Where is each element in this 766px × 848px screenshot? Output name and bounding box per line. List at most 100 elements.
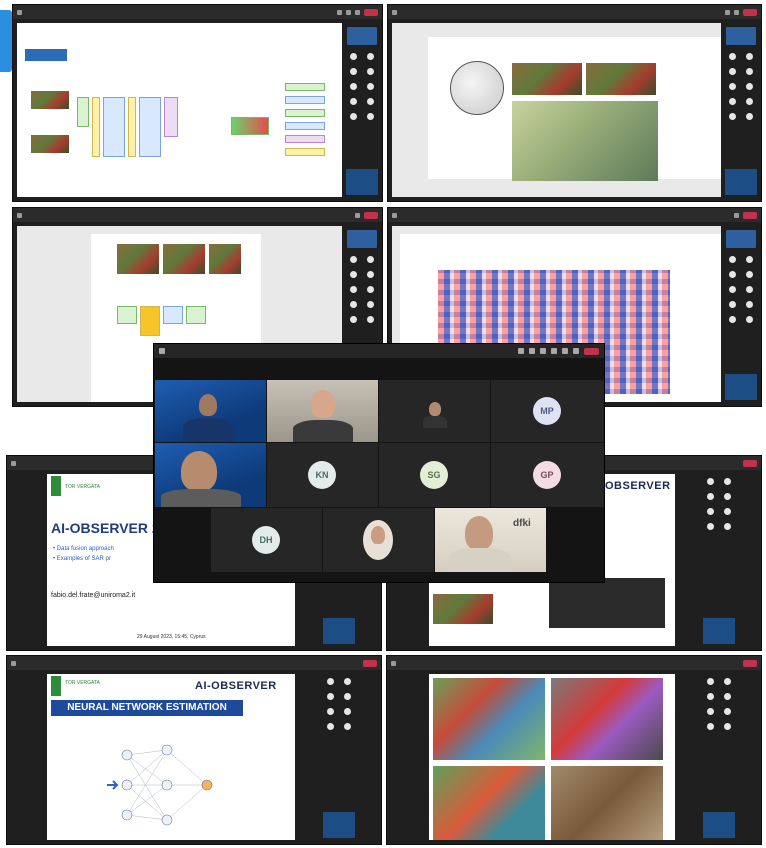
dfki-logo: dfki — [513, 518, 531, 529]
camera-icon[interactable] — [355, 212, 361, 218]
self-view — [725, 374, 757, 400]
self-view — [703, 812, 735, 838]
avatar-tile-gp[interactable]: GP — [491, 443, 604, 507]
menu-icon[interactable] — [11, 460, 16, 466]
teams-window-7: TOR VERGATA AI-OBSERVER NEURAL NETWORK E… — [6, 655, 382, 845]
slide-label-box — [25, 49, 67, 61]
university-logo — [51, 476, 61, 496]
side-tab[interactable] — [0, 10, 12, 72]
participant-body — [161, 489, 241, 507]
window-titlebar — [388, 5, 761, 19]
leave-button[interactable] — [584, 347, 599, 355]
leave-button[interactable] — [743, 659, 757, 667]
chat-icon[interactable] — [518, 348, 525, 354]
window-titlebar — [388, 208, 761, 222]
video-tile-3[interactable] — [379, 380, 490, 442]
window-titlebar — [7, 656, 381, 670]
video-tile-4[interactable] — [155, 443, 266, 507]
menu-icon[interactable] — [392, 9, 397, 15]
share-icon[interactable] — [355, 9, 361, 15]
slide-photo-1 — [31, 91, 69, 109]
satellite-image-3 — [433, 766, 545, 840]
participant-body — [449, 548, 511, 572]
slide-photo-2 — [31, 135, 69, 153]
participant-head — [199, 394, 217, 416]
satellite-image-4 — [551, 766, 663, 840]
university-logo — [51, 676, 61, 696]
satellite-slide — [429, 674, 675, 840]
globe-map — [450, 61, 504, 115]
collage-page: TOR VERGATA AI-OBSERVER 202 • Data fusio… — [0, 0, 766, 848]
camera-icon[interactable] — [337, 9, 343, 15]
observer-photo-2 — [549, 578, 665, 628]
university-name: TOR VERGATA — [65, 680, 101, 686]
video-tile-5[interactable] — [323, 508, 434, 572]
leave-button[interactable] — [743, 8, 757, 16]
participant-rail — [723, 226, 759, 402]
shared-slide — [17, 23, 342, 197]
participant-head — [311, 390, 335, 418]
diagram-output — [231, 117, 269, 135]
mic-icon[interactable] — [562, 348, 569, 354]
leave-button[interactable] — [363, 659, 377, 667]
avatar-tile-sg[interactable]: SG — [379, 443, 490, 507]
leave-button[interactable] — [743, 211, 757, 219]
diagram-row-1 — [77, 97, 178, 157]
slide-photo-c — [209, 244, 241, 274]
participant-avatar: DH — [252, 526, 280, 554]
view-icon[interactable] — [540, 348, 547, 354]
neural-network-diagram — [107, 744, 213, 826]
self-view — [323, 618, 355, 644]
gallery-titlebar — [154, 344, 604, 358]
slide-photo-b — [163, 244, 205, 274]
menu-icon[interactable] — [391, 660, 396, 666]
participant-rail — [679, 674, 759, 840]
participant-head — [371, 526, 385, 544]
observer-photo-1 — [433, 594, 493, 624]
participant-rail — [299, 674, 379, 840]
presentation-date: 29 August 2023, 15:45, Cyprus — [137, 634, 206, 640]
share-icon[interactable] — [573, 348, 580, 354]
participant-avatar: SG — [420, 461, 448, 489]
camera-icon[interactable] — [734, 212, 740, 218]
leave-button[interactable] — [364, 211, 378, 219]
meeting-gallery-window: MP KN SG GP DH dfki — [153, 343, 605, 583]
menu-icon[interactable] — [17, 212, 22, 218]
mic-icon[interactable] — [346, 9, 352, 15]
participant-head — [429, 402, 441, 416]
self-view — [725, 169, 757, 195]
slide-diagram — [117, 306, 206, 336]
nn-banner: NEURAL NETWORK ESTIMATION — [51, 700, 243, 716]
shared-slide — [392, 23, 721, 197]
camera-icon[interactable] — [725, 9, 731, 15]
menu-icon[interactable] — [11, 660, 16, 666]
avatar-tile-mp[interactable]: MP — [491, 380, 604, 442]
self-view — [703, 618, 735, 644]
map-photo-1 — [512, 63, 582, 95]
menu-icon[interactable] — [159, 348, 165, 354]
video-tile-1[interactable] — [155, 380, 266, 442]
presenter-email: fabio.del.frate@uniroma2.it — [51, 592, 136, 599]
self-view — [323, 812, 355, 838]
participant-body — [293, 420, 353, 442]
window-titlebar — [13, 5, 382, 19]
people-icon[interactable] — [529, 348, 536, 354]
participant-rail — [344, 23, 380, 197]
menu-icon[interactable] — [392, 212, 397, 218]
leave-button[interactable] — [743, 459, 757, 467]
participant-avatar: KN — [308, 461, 336, 489]
video-tile-2[interactable] — [267, 380, 378, 442]
menu-icon[interactable] — [17, 9, 22, 15]
mic-icon[interactable] — [734, 9, 740, 15]
observer-logo: AI-OBSERVER — [195, 680, 277, 692]
slide-bullet-1: • Data fusion approach — [53, 546, 114, 552]
map-photo-3 — [512, 101, 658, 181]
participant-avatar: MP — [533, 397, 561, 425]
leave-button[interactable] — [364, 8, 378, 16]
avatar-tile-kn[interactable]: KN — [267, 443, 378, 507]
participant-head — [465, 516, 493, 550]
window-titlebar — [387, 656, 761, 670]
video-tile-6[interactable]: dfki — [435, 508, 546, 572]
camera-icon[interactable] — [551, 348, 558, 354]
avatar-tile-dh[interactable]: DH — [211, 508, 322, 572]
